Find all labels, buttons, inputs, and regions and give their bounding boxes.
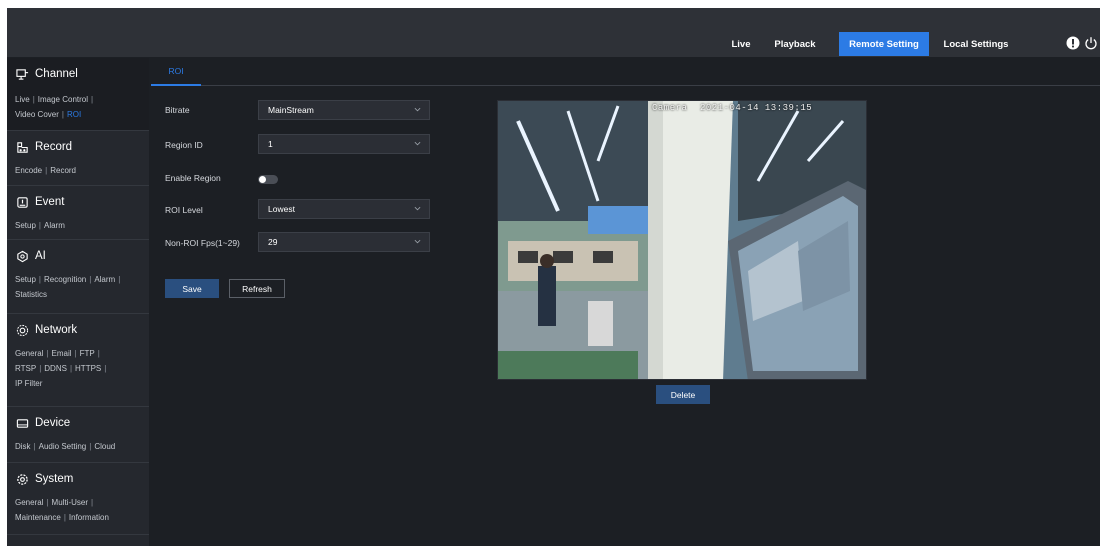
link-ai-alarm[interactable]: Alarm bbox=[94, 275, 115, 284]
sidebar-title-ai: AI bbox=[35, 250, 46, 262]
nav-remote-setting[interactable]: Remote Setting bbox=[839, 32, 929, 56]
sidebar-head-channel[interactable]: Channel bbox=[16, 67, 78, 81]
region-id-label: Region ID bbox=[165, 140, 203, 150]
enable-region-toggle[interactable] bbox=[258, 175, 278, 184]
link-ip-filter[interactable]: IP Filter bbox=[15, 379, 42, 388]
link-ai-setup[interactable]: Setup bbox=[15, 275, 36, 284]
non-roi-fps-select[interactable]: 29 bbox=[258, 232, 430, 252]
link-ftp[interactable]: FTP bbox=[80, 349, 95, 358]
link-network-general[interactable]: General bbox=[15, 349, 43, 358]
sidebar-links-system: General | Multi-User | Maintenance | Informati… bbox=[15, 498, 109, 522]
link-multi-user[interactable]: Multi-User bbox=[52, 498, 88, 507]
link-record[interactable]: Record bbox=[50, 166, 76, 175]
record-icon bbox=[17, 141, 28, 153]
sidebar: Channel Live | Image Control | Video Cover | R… bbox=[7, 58, 149, 546]
channel-icon bbox=[16, 68, 29, 80]
timestamp-osd: 2021-04-14 13:39:15 bbox=[700, 103, 813, 113]
roi-level-value: Lowest bbox=[268, 204, 295, 214]
event-icon bbox=[17, 196, 28, 208]
network-icon bbox=[16, 324, 29, 336]
sidebar-links-record: Encode | Record bbox=[15, 166, 77, 175]
link-audio-setting[interactable]: Audio Setting bbox=[39, 442, 87, 451]
link-rtsp[interactable]: RTSP bbox=[15, 364, 36, 373]
camera-name-osd: Camera bbox=[652, 103, 688, 113]
nav-live[interactable]: Live bbox=[725, 32, 757, 56]
link-event-alarm[interactable]: Alarm bbox=[44, 221, 65, 230]
link-information[interactable]: Information bbox=[69, 513, 109, 522]
sidebar-links-ai: Setup | Recognition | Alarm | Statistics bbox=[15, 275, 121, 299]
sidebar-section-channel: Channel Live | Image Control | Video Cover | R… bbox=[7, 58, 149, 131]
sidebar-head-system[interactable]: System bbox=[16, 472, 73, 486]
sidebar-section-ai: AI Setup | Recognition | Alarm | Statistics bbox=[7, 240, 149, 314]
main-content: ROI Bitrate MainStream Region ID 1 Enabl… bbox=[151, 58, 1100, 546]
sidebar-section-event: Event Setup | Alarm bbox=[7, 186, 149, 240]
camera-scene bbox=[498, 101, 866, 379]
sidebar-title-record: Record bbox=[35, 141, 73, 153]
link-roi[interactable]: ROI bbox=[67, 110, 81, 119]
refresh-button[interactable]: Refresh bbox=[229, 279, 285, 298]
region-id-value: 1 bbox=[268, 139, 273, 149]
link-disk[interactable]: Disk bbox=[15, 442, 31, 451]
delete-button[interactable]: Delete bbox=[656, 385, 710, 404]
link-image-control[interactable]: Image Control bbox=[38, 95, 88, 104]
sidebar-section-system: System General | Multi-User | Maintenance | In… bbox=[7, 463, 149, 535]
link-system-general[interactable]: General bbox=[15, 498, 43, 507]
ai-icon bbox=[17, 250, 28, 262]
device-icon bbox=[16, 418, 29, 428]
link-https[interactable]: HTTPS bbox=[75, 364, 101, 373]
sidebar-section-device: Device Disk | Audio Setting | Cloud bbox=[7, 407, 149, 463]
tab-bar: ROI bbox=[151, 58, 1100, 86]
link-recognition[interactable]: Recognition bbox=[44, 275, 86, 284]
link-video-cover[interactable]: Video Cover bbox=[15, 110, 59, 119]
save-button[interactable]: Save bbox=[165, 279, 219, 298]
link-statistics[interactable]: Statistics bbox=[15, 290, 47, 299]
link-cloud[interactable]: Cloud bbox=[94, 442, 115, 451]
roi-level-label: ROI Level bbox=[165, 205, 203, 215]
sidebar-links-network: General | Email | FTP | RTSP | DDNS | HTTPS | IP Fil… bbox=[15, 349, 107, 388]
link-event-setup[interactable]: Setup bbox=[15, 221, 36, 230]
camera-preview[interactable]: Camera 2021-04-14 13:39:15 bbox=[497, 100, 867, 380]
nav-local-settings[interactable]: Local Settings bbox=[939, 32, 1013, 56]
chevron-down-icon bbox=[414, 239, 421, 244]
bitrate-label: Bitrate bbox=[165, 105, 190, 115]
bitrate-select[interactable]: MainStream bbox=[258, 100, 430, 120]
non-roi-fps-label: Non-ROI Fps(1~29) bbox=[165, 238, 240, 248]
toggle-knob bbox=[259, 176, 266, 183]
power-icon[interactable] bbox=[1084, 36, 1098, 50]
link-email[interactable]: Email bbox=[52, 349, 72, 358]
region-id-select[interactable]: 1 bbox=[258, 134, 430, 154]
sidebar-section-record: Record Encode | Record bbox=[7, 131, 149, 186]
system-icon bbox=[17, 473, 28, 485]
link-live[interactable]: Live bbox=[15, 95, 30, 104]
alert-icon[interactable] bbox=[1066, 36, 1080, 50]
enable-region-label: Enable Region bbox=[165, 173, 221, 183]
bitrate-value: MainStream bbox=[268, 105, 314, 115]
top-bar: Live Playback Remote Setting Local Setti… bbox=[7, 8, 1100, 57]
sidebar-links-event: Setup | Alarm bbox=[15, 221, 65, 230]
sidebar-title-device: Device bbox=[35, 417, 71, 429]
sidebar-head-event[interactable]: Event bbox=[16, 195, 64, 209]
sidebar-head-record[interactable]: Record bbox=[16, 140, 72, 154]
sidebar-title-system: System bbox=[35, 473, 74, 485]
sidebar-head-device[interactable]: Device bbox=[16, 416, 70, 430]
nav-playback[interactable]: Playback bbox=[769, 32, 821, 56]
chevron-down-icon bbox=[414, 107, 421, 112]
link-encode[interactable]: Encode bbox=[15, 166, 42, 175]
tab-roi[interactable]: ROI bbox=[151, 58, 201, 86]
sidebar-title-channel: Channel bbox=[35, 68, 78, 80]
sidebar-links-device: Disk | Audio Setting | Cloud bbox=[15, 442, 116, 451]
link-ddns[interactable]: DDNS bbox=[44, 364, 67, 373]
chevron-down-icon bbox=[414, 206, 421, 211]
sidebar-section-network: Network General | Email | FTP | RTSP | DDNS | HTTP… bbox=[7, 314, 149, 407]
non-roi-fps-value: 29 bbox=[268, 237, 278, 247]
sidebar-head-network[interactable]: Network bbox=[16, 323, 77, 337]
sidebar-title-event: Event bbox=[35, 196, 65, 208]
sidebar-links-channel: Live | Image Control | Video Cover | ROI bbox=[15, 95, 94, 119]
roi-level-select[interactable]: Lowest bbox=[258, 199, 430, 219]
link-maintenance[interactable]: Maintenance bbox=[15, 513, 61, 522]
chevron-down-icon bbox=[414, 141, 421, 146]
app-window: Live Playback Remote Setting Local Setti… bbox=[7, 8, 1100, 546]
sidebar-title-network: Network bbox=[35, 324, 78, 336]
sidebar-head-ai[interactable]: AI bbox=[16, 249, 46, 263]
